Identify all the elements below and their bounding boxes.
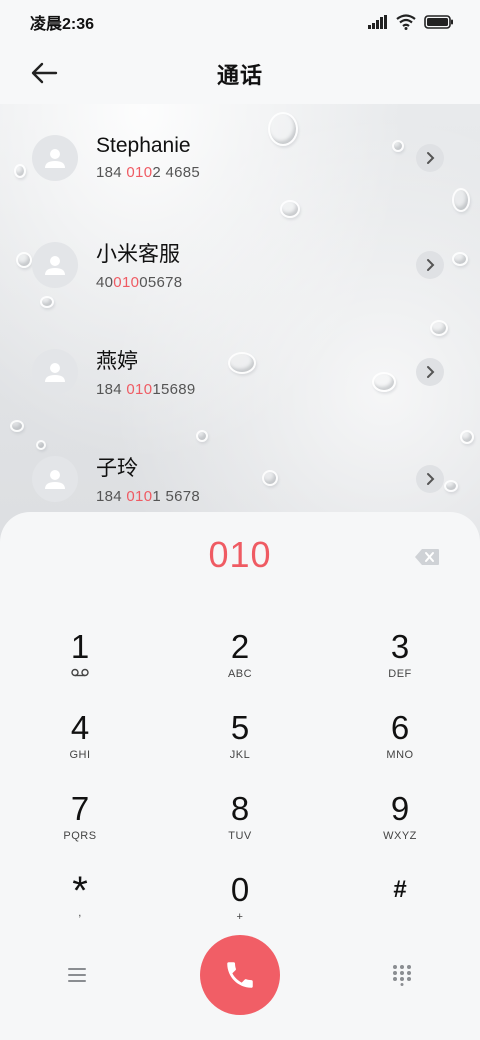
contact-list: Stephanie 184 0102 4685 小米客服 4001005678 <box>0 104 480 532</box>
status-icons <box>368 14 454 30</box>
key-7[interactable]: 7 PQRS <box>20 790 140 862</box>
contact-name: 燕婷 <box>96 350 138 373</box>
avatar <box>32 455 78 502</box>
contact-number: 184 0102 4685 <box>96 164 201 181</box>
dialer-action-bar <box>0 932 480 1020</box>
status-bar: 凌晨2:36 <box>0 0 480 44</box>
avatar <box>32 134 78 181</box>
dialpad-toggle-icon[interactable] <box>391 964 413 986</box>
contact-name: Stephanie <box>96 134 191 157</box>
page-title: 通话 <box>216 63 263 88</box>
voicemail-icon <box>71 668 89 677</box>
key-2[interactable]: 2 ABC <box>180 628 300 700</box>
call-button[interactable] <box>200 935 280 1015</box>
key-1[interactable]: 1 <box>20 628 140 700</box>
contact-details-button[interactable] <box>416 251 444 279</box>
person-icon <box>45 469 65 489</box>
back-arrow-icon[interactable] <box>28 58 62 88</box>
contact-name: 子玲 <box>96 457 138 480</box>
battery-icon <box>424 15 453 29</box>
contact-number: 4001005678 <box>96 274 183 291</box>
chevron-right-icon <box>427 259 435 271</box>
person-icon <box>45 255 65 275</box>
contact-number: 184 0101 5678 <box>96 488 201 505</box>
backspace-icon[interactable] <box>414 548 440 566</box>
status-time: 凌晨2:36 <box>30 16 95 33</box>
contact-details-button[interactable] <box>416 144 444 172</box>
contact-number: 184 01015689 <box>96 381 196 398</box>
phone-icon <box>227 962 253 988</box>
key-6[interactable]: 6 MNO <box>340 709 460 781</box>
person-icon <box>45 362 65 382</box>
key-8[interactable]: 8 TUV <box>180 790 300 862</box>
contact-item[interactable]: Stephanie 184 0102 4685 <box>0 104 480 211</box>
contact-details-button[interactable] <box>416 358 444 386</box>
chevron-right-icon <box>427 366 435 378</box>
dialed-number: 010 <box>208 534 272 575</box>
avatar <box>32 348 78 395</box>
avatar <box>32 241 78 288</box>
header: 通话 <box>0 44 480 104</box>
wifi-icon <box>396 14 416 30</box>
key-9[interactable]: 9 WXYZ <box>340 790 460 862</box>
contact-details-button[interactable] <box>416 465 444 493</box>
key-4[interactable]: 4 GHI <box>20 709 140 781</box>
contact-item[interactable]: 燕婷 184 01015689 <box>0 318 480 425</box>
signal-icon <box>368 15 387 29</box>
chevron-right-icon <box>427 473 435 485</box>
contact-item[interactable]: 小米客服 4001005678 <box>0 211 480 318</box>
key-3[interactable]: 3 DEF <box>340 628 460 700</box>
person-icon <box>45 148 65 168</box>
contact-name: 小米客服 <box>96 243 180 266</box>
key-5[interactable]: 5 JKL <box>180 709 300 781</box>
chevron-right-icon <box>427 152 435 164</box>
menu-icon[interactable] <box>66 966 88 984</box>
